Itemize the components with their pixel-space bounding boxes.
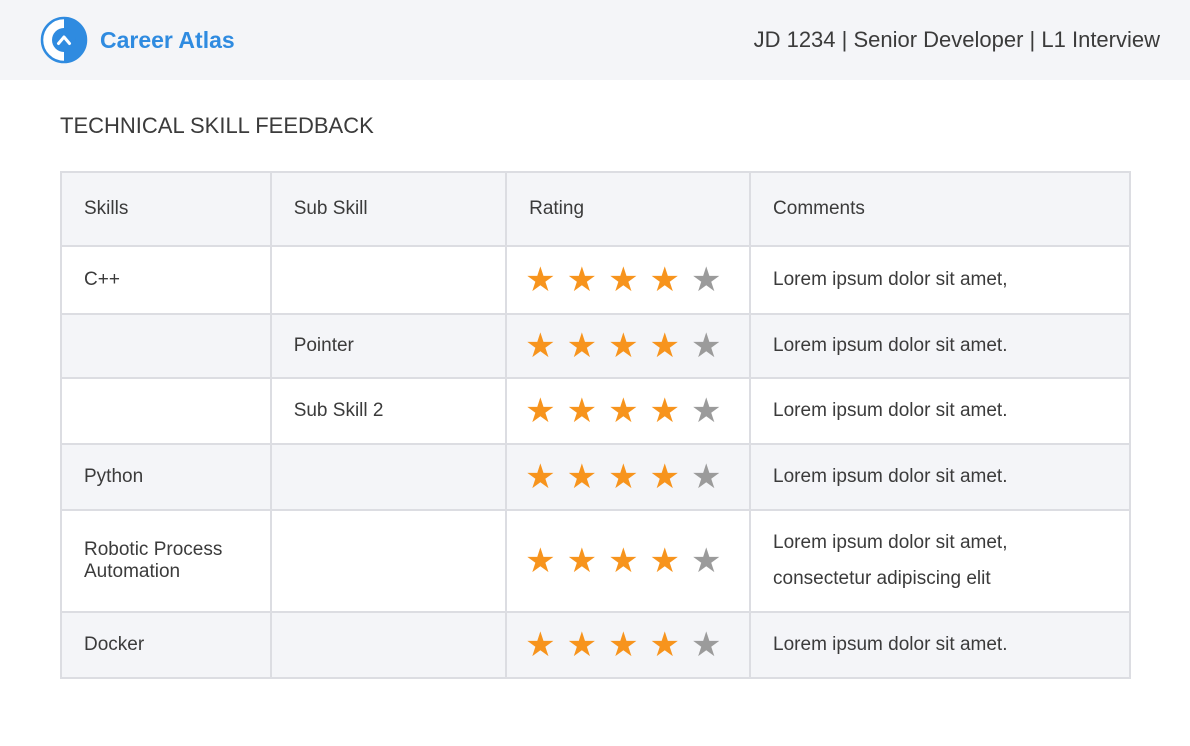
star-empty-icon[interactable]: ★: [691, 628, 721, 662]
rating-cell: ★ ★ ★ ★ ★: [505, 313, 752, 379]
sub-skill-cell: Sub Skill 2: [269, 377, 508, 445]
rating-cell: ★ ★ ★ ★ ★: [505, 611, 752, 679]
skill-feedback-table: Skills Sub Skill Rating Comments C++ ★ ★ ★ ★…: [60, 171, 1131, 679]
job-title: JD 1234 | Senior Developer | L1 Intervie…: [753, 27, 1160, 52]
comment-cell: Lorem ipsum dolor sit amet.: [749, 377, 1131, 445]
table-row: Docker ★ ★ ★ ★ ★ Lorem ipsum dolor sit amet.: [60, 611, 1131, 679]
table-row: C++ ★ ★ ★ ★ ★ Lorem ipsum dolor sit amet,: [60, 245, 1131, 315]
column-header-sub-skill: Sub Skill: [269, 171, 508, 247]
skill-cell: C++: [60, 245, 272, 315]
table-header-row: Skills Sub Skill Rating Comments: [60, 171, 1131, 247]
star-filled-icon[interactable]: ★: [567, 628, 597, 662]
star-filled-icon[interactable]: ★: [525, 263, 555, 297]
star-filled-icon[interactable]: ★: [650, 544, 680, 578]
star-empty-icon[interactable]: ★: [691, 263, 721, 297]
star-filled-icon[interactable]: ★: [525, 460, 555, 494]
sub-skill-cell: [269, 245, 508, 315]
star-empty-icon[interactable]: ★: [691, 394, 721, 428]
comment-cell: Lorem ipsum dolor sit amet.: [749, 443, 1131, 511]
column-header-rating: Rating: [505, 171, 752, 247]
app-header: Career Atlas JD 1234 | Senior Developer …: [0, 0, 1190, 80]
star-filled-icon[interactable]: ★: [650, 394, 680, 428]
star-filled-icon[interactable]: ★: [650, 460, 680, 494]
star-filled-icon[interactable]: ★: [567, 394, 597, 428]
star-rating[interactable]: ★ ★ ★ ★ ★: [525, 628, 731, 662]
skill-cell: [60, 313, 272, 379]
star-empty-icon[interactable]: ★: [691, 460, 721, 494]
star-rating[interactable]: ★ ★ ★ ★ ★: [525, 329, 731, 363]
table-row: Python ★ ★ ★ ★ ★ Lorem ipsum dolor sit amet.: [60, 443, 1131, 511]
star-filled-icon[interactable]: ★: [608, 394, 638, 428]
star-filled-icon[interactable]: ★: [608, 544, 638, 578]
star-filled-icon[interactable]: ★: [525, 329, 555, 363]
brand[interactable]: Career Atlas: [40, 16, 235, 64]
table-row: Robotic Process Automation ★ ★ ★ ★ ★ Lorem ips…: [60, 509, 1131, 613]
star-filled-icon[interactable]: ★: [567, 544, 597, 578]
star-filled-icon[interactable]: ★: [650, 628, 680, 662]
rating-cell: ★ ★ ★ ★ ★: [505, 377, 752, 445]
comment-cell: Lorem ipsum dolor sit amet, consectetur …: [749, 509, 1131, 613]
column-header-comments: Comments: [749, 171, 1131, 247]
star-filled-icon[interactable]: ★: [608, 263, 638, 297]
table-row: Sub Skill 2 ★ ★ ★ ★ ★ Lorem ipsum dolor sit am…: [60, 377, 1131, 445]
skill-cell: [60, 377, 272, 445]
sub-skill-cell: Pointer: [269, 313, 508, 379]
comment-cell: Lorem ipsum dolor sit amet.: [749, 313, 1131, 379]
star-rating[interactable]: ★ ★ ★ ★ ★: [525, 544, 731, 578]
rating-cell: ★ ★ ★ ★ ★: [505, 509, 752, 613]
table-row: Pointer ★ ★ ★ ★ ★ Lorem ipsum dolor sit amet.: [60, 313, 1131, 379]
star-filled-icon[interactable]: ★: [525, 628, 555, 662]
skill-cell: Python: [60, 443, 272, 511]
star-filled-icon[interactable]: ★: [567, 329, 597, 363]
comment-cell: Lorem ipsum dolor sit amet.: [749, 611, 1131, 679]
skill-cell: Docker: [60, 611, 272, 679]
star-empty-icon[interactable]: ★: [691, 544, 721, 578]
star-filled-icon[interactable]: ★: [567, 263, 597, 297]
star-filled-icon[interactable]: ★: [650, 329, 680, 363]
star-filled-icon[interactable]: ★: [608, 329, 638, 363]
star-rating[interactable]: ★ ★ ★ ★ ★: [525, 394, 731, 428]
column-header-skills: Skills: [60, 171, 272, 247]
sub-skill-cell: [269, 509, 508, 613]
star-filled-icon[interactable]: ★: [567, 460, 597, 494]
star-empty-icon[interactable]: ★: [691, 329, 721, 363]
brand-name: Career Atlas: [100, 26, 235, 53]
rating-cell: ★ ★ ★ ★ ★: [505, 443, 752, 511]
sub-skill-cell: [269, 611, 508, 679]
star-rating[interactable]: ★ ★ ★ ★ ★: [525, 460, 731, 494]
career-atlas-logo-icon: [40, 16, 88, 64]
section-title: TECHNICAL SKILL FEEDBACK: [60, 113, 374, 138]
star-rating[interactable]: ★ ★ ★ ★ ★: [525, 263, 731, 297]
comment-cell: Lorem ipsum dolor sit amet,: [749, 245, 1131, 315]
sub-skill-cell: [269, 443, 508, 511]
star-filled-icon[interactable]: ★: [525, 394, 555, 428]
star-filled-icon[interactable]: ★: [650, 263, 680, 297]
rating-cell: ★ ★ ★ ★ ★: [505, 245, 752, 315]
star-filled-icon[interactable]: ★: [608, 460, 638, 494]
star-filled-icon[interactable]: ★: [608, 628, 638, 662]
star-filled-icon[interactable]: ★: [525, 544, 555, 578]
skill-cell: Robotic Process Automation: [60, 509, 272, 613]
